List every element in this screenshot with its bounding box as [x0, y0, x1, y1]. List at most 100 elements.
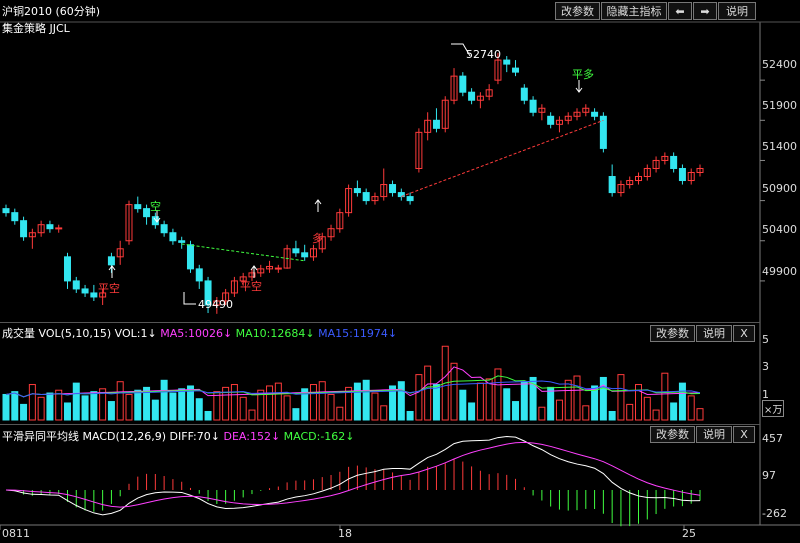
volume-bar — [503, 388, 511, 421]
volume-bar — [687, 395, 695, 421]
candle-body — [20, 220, 28, 238]
volume-bar — [652, 409, 660, 421]
y-tick-label: 50400 — [762, 223, 797, 236]
volume-bar — [582, 405, 590, 421]
candle-body — [599, 115, 607, 149]
candle-body — [90, 292, 98, 298]
volume-bar — [46, 392, 54, 421]
volume-bar — [318, 381, 326, 421]
volume-bar — [643, 396, 651, 421]
volume-bar — [450, 362, 458, 421]
macd-dea: DEA:152↓ — [223, 430, 281, 443]
volume-bar — [591, 385, 599, 421]
x-tick-label: 18 — [338, 527, 352, 540]
macd-header: 平滑异同平均线 MACD(12,26,9) DIFF:70↓ DEA:152↓ … — [2, 428, 355, 444]
volume-bar — [81, 395, 89, 421]
volume-bar — [37, 396, 45, 421]
short-signal-line — [181, 243, 305, 262]
candle-body — [143, 208, 151, 218]
candle-body — [11, 212, 19, 222]
volume-bar — [661, 372, 669, 421]
candle-body — [512, 67, 520, 73]
volume-bar — [678, 382, 686, 421]
volume-bar — [63, 402, 71, 421]
volume-bar — [20, 403, 28, 421]
volume-bar — [397, 381, 405, 421]
candle-body — [503, 59, 511, 65]
volume-bar — [327, 393, 335, 421]
volume-bar — [169, 392, 177, 421]
candle-body — [362, 192, 370, 202]
diff-line — [5, 436, 701, 516]
volume-bar — [520, 381, 528, 421]
volume-bar — [28, 384, 36, 421]
volume-bar — [72, 382, 80, 421]
volume-bar — [599, 376, 607, 421]
candle-body — [591, 111, 599, 117]
candle-body — [169, 232, 177, 242]
volume-bar — [415, 374, 423, 421]
volume-bar — [512, 401, 520, 421]
vol-close-button[interactable]: X — [733, 325, 755, 342]
y-tick-label: 52400 — [762, 58, 797, 71]
volume-bar — [432, 384, 440, 421]
candle-body — [432, 119, 440, 129]
volume-bar — [134, 389, 142, 421]
volume-bar — [459, 389, 467, 421]
x-tick-label: 25 — [682, 527, 696, 540]
macd-params-button[interactable]: 改参数 — [650, 426, 695, 443]
high-annotation: 52740 — [466, 48, 501, 61]
y-tick-label: 51900 — [762, 99, 797, 112]
candle-body — [274, 267, 282, 270]
macd-title: 平滑异同平均线 MACD(12,26,9) DIFF:70↓ — [2, 430, 220, 443]
candle-body — [178, 240, 186, 243]
candle-body — [353, 188, 361, 194]
panel-divider — [0, 424, 760, 425]
volume-bar — [336, 406, 344, 421]
candle-body — [406, 196, 414, 202]
candle-body — [608, 176, 616, 194]
volume-bar — [485, 378, 493, 421]
vol-ma5: MA5:10026↓ — [160, 327, 233, 340]
volume-bar — [90, 391, 98, 421]
long-signal-line — [401, 119, 604, 198]
volume-bar — [547, 386, 555, 421]
candle-body — [107, 256, 115, 266]
y-tick-label: 49900 — [762, 265, 797, 278]
candle-body — [292, 248, 300, 254]
candle-body — [46, 224, 54, 230]
volume-bar — [371, 392, 379, 421]
volume-bar — [230, 384, 238, 421]
vol-title: 成交量 VOL(5,10,15) VOL:1↓ — [2, 327, 157, 340]
vol-tick: 3 — [762, 360, 769, 373]
y-tick-label: 51400 — [762, 140, 797, 153]
dea-line — [5, 441, 701, 508]
macd-close-button[interactable]: X — [733, 426, 755, 443]
vol-params-button[interactable]: 改参数 — [650, 325, 695, 342]
volume-bar — [617, 374, 625, 421]
vol-help-button[interactable]: 说明 — [696, 325, 732, 342]
macd-help-button[interactable]: 说明 — [696, 426, 732, 443]
candle-body — [389, 184, 397, 194]
candle-body — [72, 280, 80, 290]
signal-long: 多 — [312, 232, 323, 245]
volume-bar — [555, 399, 563, 421]
candle-body — [160, 224, 168, 234]
volume-bar — [608, 410, 616, 421]
volume-bar — [309, 384, 317, 421]
candle-body — [63, 256, 71, 282]
volume-bar — [274, 382, 282, 421]
macd-value: MACD:-162↓ — [283, 430, 355, 443]
volume-bar — [239, 396, 247, 421]
candle-body — [301, 252, 309, 258]
volume-bar — [476, 382, 484, 421]
volume-bar — [626, 403, 634, 421]
candle-body — [529, 99, 537, 113]
panel-divider — [0, 322, 760, 323]
candle-body — [459, 75, 467, 93]
candle-body — [186, 244, 194, 270]
candle-body — [547, 115, 555, 125]
chart-canvas — [0, 21, 800, 530]
vol-tick: 5 — [762, 333, 769, 346]
candle-body — [520, 87, 528, 101]
